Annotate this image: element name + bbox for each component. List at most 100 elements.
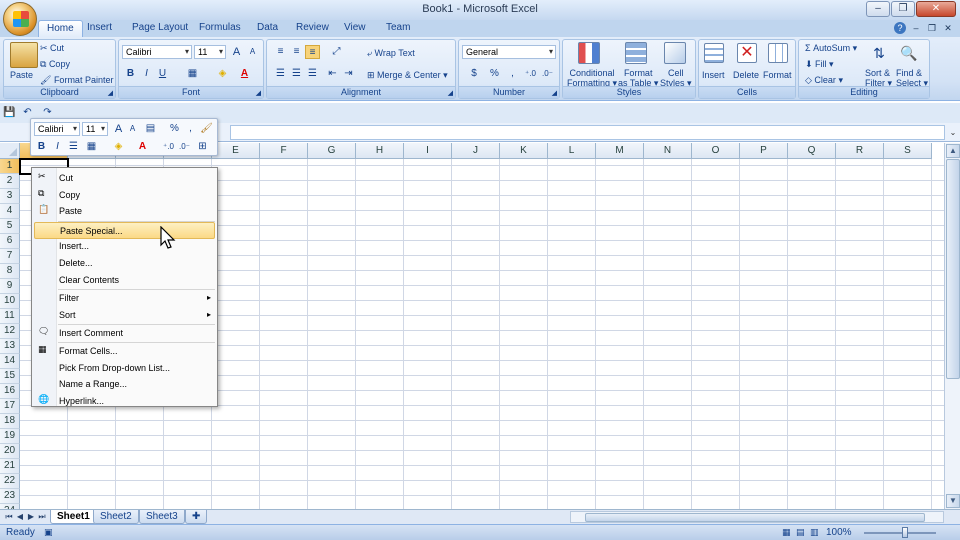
tab-review[interactable]: Review [296, 20, 329, 37]
tab-team[interactable]: Team [386, 20, 410, 37]
column-header-p[interactable]: P [740, 143, 788, 159]
paste-button[interactable]: Paste [10, 70, 33, 80]
cell-styles-button[interactable]: Cell Styles ▾ [660, 68, 692, 88]
row-header-1[interactable]: 1 [0, 159, 20, 174]
shrink-font-button[interactable]: A [245, 45, 260, 59]
row-header-8[interactable]: 8 [0, 264, 20, 279]
row-header-21[interactable]: 21 [0, 459, 20, 474]
mini-comma-button[interactable]: , [183, 122, 198, 136]
align-center-icon[interactable]: ☰ [289, 67, 304, 81]
delete-cells-icon[interactable]: ✕ [737, 43, 757, 63]
column-header-q[interactable]: Q [788, 143, 836, 159]
clipboard-launcher-icon[interactable]: ◢ [108, 89, 113, 97]
sheet-tab-sheet2[interactable]: Sheet2 [93, 510, 139, 524]
column-header-r[interactable]: R [836, 143, 884, 159]
mini-center-icon[interactable]: ☰ [66, 140, 81, 154]
row-header-7[interactable]: 7 [0, 249, 20, 264]
format-cells-ribbon-icon[interactable] [768, 43, 788, 63]
format-painter-button[interactable]: 🖌 Format Painter [40, 75, 113, 86]
row-header-22[interactable]: 22 [0, 474, 20, 489]
grow-font-button[interactable]: A [229, 45, 244, 59]
mini-font-color-icon[interactable]: A [135, 140, 150, 154]
row-header-9[interactable]: 9 [0, 279, 20, 294]
row-header-23[interactable]: 23 [0, 489, 20, 504]
increase-decimal-icon[interactable]: ⁺.0 [523, 67, 538, 81]
sort-filter-button[interactable]: Sort & Filter ▾ [865, 68, 892, 88]
prev-sheet-icon[interactable]: ◀ [15, 511, 25, 523]
autosum-button[interactable]: Σ AutoSum ▾ [805, 43, 857, 54]
office-button[interactable] [3, 2, 37, 36]
select-all-corner[interactable] [0, 143, 20, 159]
mini-increase-decimal-icon[interactable]: ⁺.0 [161, 140, 176, 154]
menu-item-name-a-range[interactable]: Name a Range... [34, 376, 215, 393]
horizontal-scroll-thumb[interactable] [585, 513, 925, 522]
column-header-e[interactable]: E [212, 143, 260, 159]
mini-decrease-decimal-icon[interactable]: .0⁻ [177, 140, 192, 154]
row-header-4[interactable]: 4 [0, 204, 20, 219]
conditional-formatting-button[interactable]: Conditional Formatting ▾ [567, 68, 617, 88]
first-sheet-icon[interactable]: ⏮ [4, 511, 14, 523]
zoom-knob[interactable] [902, 527, 908, 538]
align-left-icon[interactable]: ☰ [273, 67, 288, 81]
column-header-j[interactable]: J [452, 143, 500, 159]
vertical-scrollbar[interactable]: ▲ ▼ [944, 143, 960, 509]
mini-shrink-font-button[interactable]: A [125, 122, 140, 136]
sort-filter-icon[interactable]: ⇅ [869, 43, 889, 63]
column-header-n[interactable]: N [644, 143, 692, 159]
insert-cells-button[interactable]: Insert [702, 70, 725, 80]
row-header-17[interactable]: 17 [0, 399, 20, 414]
row-header-13[interactable]: 13 [0, 339, 20, 354]
align-middle-icon[interactable]: ≡ [289, 45, 304, 59]
tab-page-layout[interactable]: Page Layout [132, 20, 188, 37]
row-header-19[interactable]: 19 [0, 429, 20, 444]
borders-icon[interactable]: ▦ [185, 67, 200, 81]
wrap-text-button[interactable]: ⤶ Wrap Text [367, 48, 415, 59]
bold-button[interactable]: B [123, 67, 138, 81]
format-as-table-button[interactable]: Format as Table ▾ [618, 68, 658, 88]
mini-borders-icon[interactable]: ▦ [84, 140, 99, 154]
horizontal-scrollbar[interactable] [570, 511, 944, 523]
mini-percent-button[interactable]: % [167, 122, 182, 136]
normal-view-icon[interactable]: ▦ [782, 527, 791, 538]
formula-expand-icon[interactable]: ⌄ [948, 125, 958, 140]
menu-item-paste-special[interactable]: Paste Special... [34, 221, 215, 239]
decrease-decimal-icon[interactable]: .0⁻ [540, 67, 555, 81]
mini-grow-font-button[interactable]: A [111, 122, 126, 136]
underline-button[interactable]: U [155, 67, 170, 81]
menu-item-delete[interactable]: Delete... [34, 255, 215, 272]
italic-button[interactable]: I [139, 67, 154, 81]
menu-item-filter[interactable]: Filter ▸ [34, 290, 215, 307]
row-header-16[interactable]: 16 [0, 384, 20, 399]
mini-italic-button[interactable]: I [50, 140, 65, 154]
conditional-formatting-icon[interactable] [578, 42, 600, 64]
alignment-launcher-icon[interactable]: ◢ [448, 89, 453, 97]
find-select-icon[interactable]: 🔍 [899, 43, 919, 63]
row-header-12[interactable]: 12 [0, 324, 20, 339]
row-header-11[interactable]: 11 [0, 309, 20, 324]
merge-center-button[interactable]: ⊞ Merge & Center ▾ [367, 70, 448, 81]
column-header-k[interactable]: K [500, 143, 548, 159]
align-right-icon[interactable]: ☰ [305, 67, 320, 81]
percent-button[interactable]: % [487, 67, 502, 81]
menu-item-clear-contents[interactable]: Clear Contents [34, 272, 215, 289]
mini-bold-button[interactable]: B [34, 140, 49, 154]
mini-format-painter-icon[interactable]: 🖌 [199, 122, 214, 136]
row-header-15[interactable]: 15 [0, 369, 20, 384]
row-header-18[interactable]: 18 [0, 414, 20, 429]
row-header-5[interactable]: 5 [0, 219, 20, 234]
increase-indent-icon[interactable]: ⇥ [341, 67, 356, 81]
align-bottom-icon[interactable]: ≡ [305, 45, 320, 59]
sheet-tab-sheet1[interactable]: Sheet1 [50, 510, 97, 524]
cut-button[interactable]: ✂ Cut [40, 43, 64, 54]
column-header-o[interactable]: O [692, 143, 740, 159]
menu-item-paste[interactable]: 📋 Paste [34, 203, 215, 220]
fill-color-icon[interactable]: ◈ [215, 67, 230, 81]
insert-cells-icon[interactable] [704, 43, 724, 63]
zoom-slider[interactable] [856, 527, 944, 538]
copy-button[interactable]: ⧉ Copy [40, 59, 70, 70]
ribbon-close-icon[interactable]: ✕ [942, 22, 954, 34]
find-select-button[interactable]: Find & Select ▾ [896, 68, 928, 88]
close-button[interactable]: ✕ [916, 1, 956, 17]
cell-styles-icon[interactable] [664, 42, 686, 64]
macro-record-icon[interactable]: ▣ [44, 527, 53, 538]
